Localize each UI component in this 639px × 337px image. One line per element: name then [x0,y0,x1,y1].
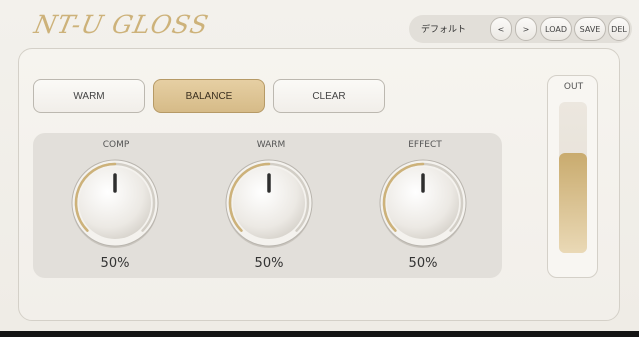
output-meter-panel: OUT [547,75,598,278]
warm-knob[interactable] [224,158,314,248]
plugin-window: NT-U GLOSS デフォルト < > LOAD SAVE DEL WARM … [0,0,639,331]
comp-knob-value: 50% [100,256,130,271]
mode-clear-button[interactable]: CLEAR [273,79,385,113]
next-preset-button[interactable]: > [515,17,537,41]
mode-balance-button[interactable]: BALANCE [153,79,265,113]
delete-preset-button[interactable]: DEL [608,17,630,41]
comp-knob-label: COMP [102,140,130,150]
plugin-logo: NT-U GLOSS [31,10,212,39]
output-meter-track [559,102,587,253]
warm-knob-value: 50% [254,256,284,271]
effect-knob-value: 50% [408,256,438,271]
preset-bar: デフォルト < > LOAD SAVE DEL [409,15,632,43]
effect-knob[interactable] [378,158,468,248]
preset-name[interactable]: デフォルト [421,22,466,35]
prev-preset-button[interactable]: < [490,17,512,41]
comp-knob[interactable] [70,158,160,248]
output-label: OUT [563,82,584,92]
load-preset-button[interactable]: LOAD [540,17,572,41]
mode-warm-button[interactable]: WARM [33,79,145,113]
output-meter-fill [559,153,587,253]
effect-knob-label: EFFECT [408,140,442,150]
warm-knob-label: WARM [256,140,286,150]
save-preset-button[interactable]: SAVE [574,17,606,41]
